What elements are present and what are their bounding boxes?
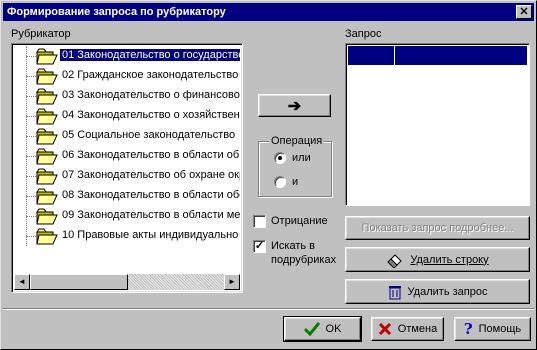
tree-item-label: 08 Законодательство в области обо bbox=[62, 189, 240, 201]
radio-or-label[interactable]: или bbox=[292, 152, 311, 164]
cancel-button[interactable]: Отмена bbox=[371, 317, 444, 341]
tree-item[interactable]: 06 Законодательство в области об bbox=[14, 146, 240, 166]
negation-checkbox[interactable] bbox=[253, 215, 266, 228]
radio-and[interactable] bbox=[274, 176, 286, 188]
radio-and-label[interactable]: и bbox=[292, 176, 298, 188]
tree-item[interactable]: 02 Гражданское законодательство bbox=[14, 66, 240, 86]
tree-item-label: 02 Гражданское законодательство bbox=[62, 69, 239, 81]
close-icon: ✕ bbox=[519, 6, 529, 18]
folder-icon bbox=[36, 48, 58, 65]
folder-icon bbox=[36, 188, 58, 205]
dialog-window: Формирование запроса по рубрикатору ✕ Ру… bbox=[0, 0, 537, 350]
tree-item[interactable]: 01 Законодательство о государстве bbox=[14, 46, 240, 66]
arrow-left-icon: ◄ bbox=[18, 277, 26, 286]
search-subrubrics-label-line1[interactable]: Искать в bbox=[271, 240, 315, 252]
folder-icon bbox=[36, 208, 58, 225]
trash-icon bbox=[388, 285, 401, 299]
folder-icon bbox=[36, 68, 58, 85]
operation-group bbox=[258, 141, 332, 197]
tree-item[interactable]: 09 Законодательство в области ме bbox=[14, 206, 240, 226]
tree-item-label: 07 Законодательство об охране окр bbox=[62, 169, 240, 181]
tree-item[interactable]: 08 Законодательство в области обо bbox=[14, 186, 240, 206]
window-title: Формирование запроса по рубрикатору bbox=[7, 6, 226, 18]
search-subrubrics-checkbox[interactable]: ✓ bbox=[253, 240, 266, 253]
query-label: Запрос bbox=[345, 28, 382, 40]
ok-button[interactable]: OK bbox=[283, 316, 362, 342]
tree-item-label: 04 Законодательство о хозяйствен bbox=[62, 109, 240, 121]
negation-label[interactable]: Отрицание bbox=[271, 215, 328, 227]
query-row[interactable] bbox=[348, 46, 527, 65]
scroll-right-button[interactable]: ► bbox=[224, 274, 240, 290]
radio-or[interactable] bbox=[274, 152, 286, 164]
title-bar[interactable]: Формирование запроса по рубрикатору ✕ bbox=[3, 3, 534, 21]
close-button[interactable]: ✕ bbox=[516, 5, 532, 19]
query-column-divider bbox=[394, 46, 395, 65]
tree-item[interactable]: 03 Законодательство о финансово- bbox=[14, 86, 240, 106]
folder-icon bbox=[36, 168, 58, 185]
folder-icon bbox=[36, 108, 58, 125]
rubricator-tree[interactable]: 01 Законодательство о государстве 02 Граж… bbox=[11, 43, 243, 293]
arrow-right-icon: ➔ bbox=[287, 97, 302, 115]
delete-query-button[interactable]: Удалить запрос bbox=[345, 279, 530, 304]
cross-icon bbox=[378, 322, 391, 336]
folder-icon bbox=[36, 148, 58, 165]
delete-row-button[interactable]: Удалить строку bbox=[345, 247, 530, 272]
operation-title: Операция bbox=[269, 135, 325, 147]
tree-item-label: 05 Социальное законодательство bbox=[62, 129, 236, 141]
scroll-thumb[interactable] bbox=[30, 274, 128, 290]
folder-icon bbox=[36, 228, 58, 245]
checkmark-icon bbox=[303, 322, 320, 336]
eraser-icon bbox=[387, 253, 403, 268]
help-button[interactable]: ? Помощь bbox=[454, 317, 531, 341]
tree-item-label: 09 Законодательство в области ме bbox=[62, 209, 240, 221]
tree-item[interactable]: 10 Правовые акты индивидуально bbox=[14, 226, 240, 246]
folder-icon bbox=[36, 88, 58, 105]
folder-icon bbox=[36, 128, 58, 145]
show-query-details-button[interactable]: Показать запрос подробнее... bbox=[345, 216, 530, 240]
query-list[interactable] bbox=[345, 43, 530, 206]
tree-item-label: 01 Законодательство о государстве bbox=[58, 48, 240, 62]
tree-item[interactable]: 04 Законодательство о хозяйствен bbox=[14, 106, 240, 126]
scroll-left-button[interactable]: ◄ bbox=[14, 274, 30, 290]
tree-item-label: 03 Законодательство о финансово- bbox=[62, 89, 240, 101]
search-subrubrics-label-line2[interactable]: подрубриках bbox=[271, 254, 336, 266]
tree-item[interactable]: 07 Законодательство об охране окр bbox=[14, 166, 240, 186]
rubricator-label: Рубрикатор bbox=[11, 28, 71, 40]
tree-item[interactable]: 05 Социальное законодательство bbox=[14, 126, 240, 146]
tree-item-label: 10 Правовые акты индивидуально bbox=[62, 229, 239, 241]
check-icon: ✓ bbox=[254, 240, 265, 252]
question-icon: ? bbox=[463, 320, 473, 338]
arrow-right-icon: ► bbox=[228, 277, 236, 286]
tree-content: 01 Законодательство о государстве 02 Граж… bbox=[14, 46, 240, 274]
horizontal-scrollbar[interactable]: ◄ ► bbox=[14, 274, 240, 290]
add-to-query-button[interactable]: ➔ bbox=[258, 94, 331, 117]
radio-dot bbox=[278, 156, 282, 160]
tree-item-label: 06 Законодательство в области об bbox=[62, 149, 240, 161]
separator bbox=[3, 308, 534, 310]
